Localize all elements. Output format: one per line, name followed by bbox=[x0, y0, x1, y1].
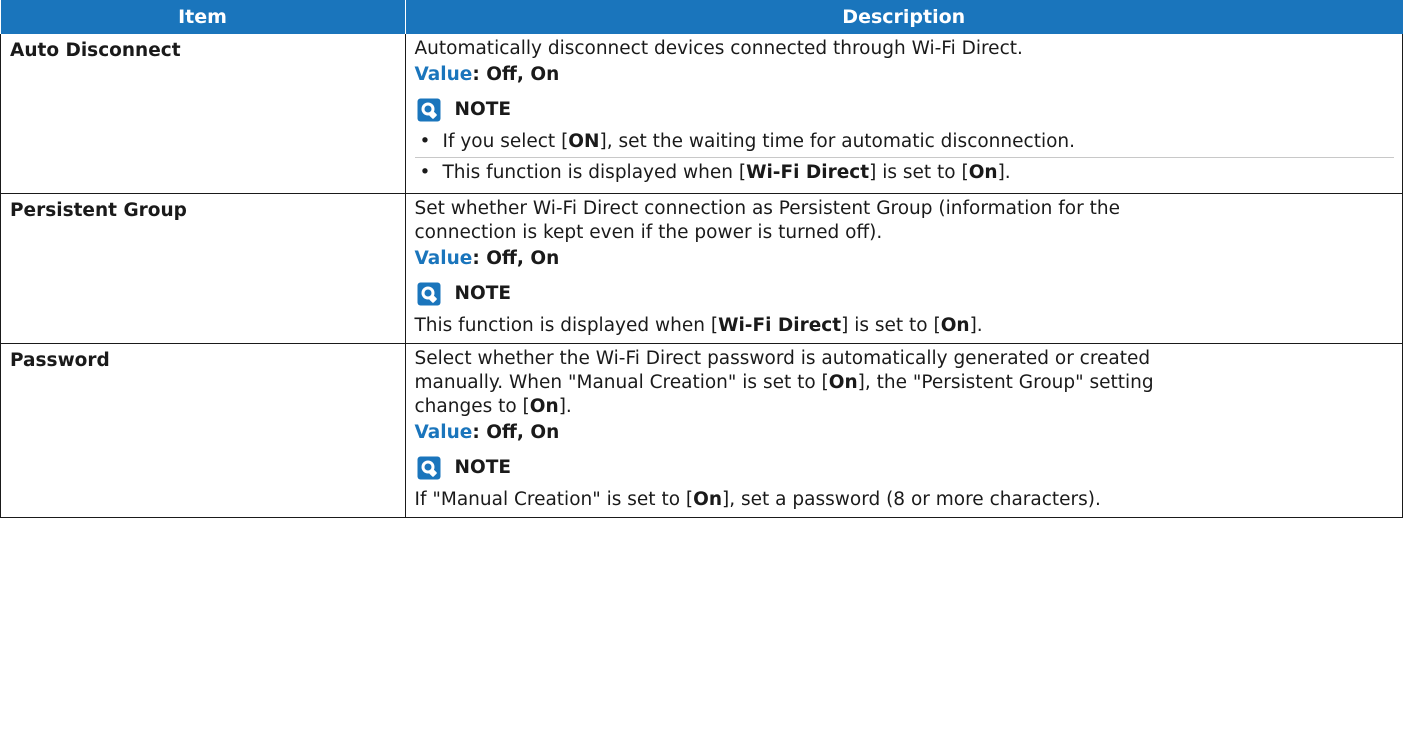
table-row: Persistent Group Set whether Wi-Fi Direc… bbox=[0, 193, 1403, 344]
bullet-text: This function is displayed when [Wi-Fi D… bbox=[442, 162, 1011, 183]
description-text: Automatically disconnect devices connect… bbox=[414, 38, 1023, 59]
value-text: : Off, On bbox=[472, 64, 560, 85]
header-item: Item bbox=[0, 0, 406, 34]
description-text: changes to [On]. bbox=[414, 396, 572, 417]
bullet-glyph: • bbox=[419, 162, 431, 183]
note-label: NOTE bbox=[454, 99, 511, 120]
table-row: Password Select whether the Wi-Fi Direct… bbox=[0, 343, 1403, 518]
value-label: Value bbox=[414, 422, 473, 443]
row-item-password: Password bbox=[0, 343, 406, 518]
note-label: NOTE bbox=[454, 283, 511, 304]
table-header-row: Item Description bbox=[0, 0, 1403, 34]
description-text: Select whether the Wi-Fi Direct password… bbox=[414, 348, 1151, 369]
value-label: Value bbox=[414, 64, 473, 85]
note-text: This function is displayed when [Wi-Fi D… bbox=[414, 315, 983, 336]
bullet-glyph: • bbox=[419, 131, 431, 152]
bullet-text: If you select [ON], set the waiting time… bbox=[442, 131, 1076, 152]
note-label: NOTE bbox=[454, 457, 511, 478]
description-text: connection is kept even if the power is … bbox=[414, 222, 883, 243]
note-heading: NOTE bbox=[415, 96, 1395, 124]
description-text: manually. When "Manual Creation" is set … bbox=[414, 372, 1154, 393]
note-text: If "Manual Creation" is set to [On], set… bbox=[414, 489, 1101, 510]
value-text: : Off, On bbox=[472, 248, 560, 269]
value-line: Value: Off, On bbox=[415, 63, 1395, 87]
lightbulb-note-icon bbox=[417, 456, 440, 480]
value-text: : Off, On bbox=[472, 422, 560, 443]
note-bullet: • This function is displayed when [Wi-Fi… bbox=[414, 157, 1394, 188]
header-description: Description bbox=[405, 0, 1403, 34]
row-item-auto-disconnect: Auto Disconnect bbox=[0, 34, 406, 194]
settings-table: Item Description Auto Disconnect Automat… bbox=[0, 0, 1403, 518]
table-row: Auto Disconnect Automatically disconnect… bbox=[0, 34, 1403, 194]
lightbulb-note-icon bbox=[417, 282, 440, 306]
row-description: Select whether the Wi-Fi Direct password… bbox=[404, 343, 1403, 518]
note-heading: NOTE bbox=[415, 280, 1395, 308]
value-label: Value bbox=[414, 248, 473, 269]
row-description: Automatically disconnect devices connect… bbox=[404, 34, 1403, 194]
lightbulb-note-icon bbox=[417, 98, 440, 122]
row-description: Set whether Wi-Fi Direct connection as P… bbox=[404, 193, 1403, 344]
note-heading: NOTE bbox=[415, 454, 1395, 482]
row-item-persistent-group: Persistent Group bbox=[0, 193, 406, 344]
value-line: Value: Off, On bbox=[415, 247, 1395, 271]
description-text: Set whether Wi-Fi Direct connection as P… bbox=[414, 198, 1120, 219]
note-bullet: • If you select [ON], set the waiting ti… bbox=[415, 127, 1395, 157]
value-line: Value: Off, On bbox=[415, 421, 1395, 445]
